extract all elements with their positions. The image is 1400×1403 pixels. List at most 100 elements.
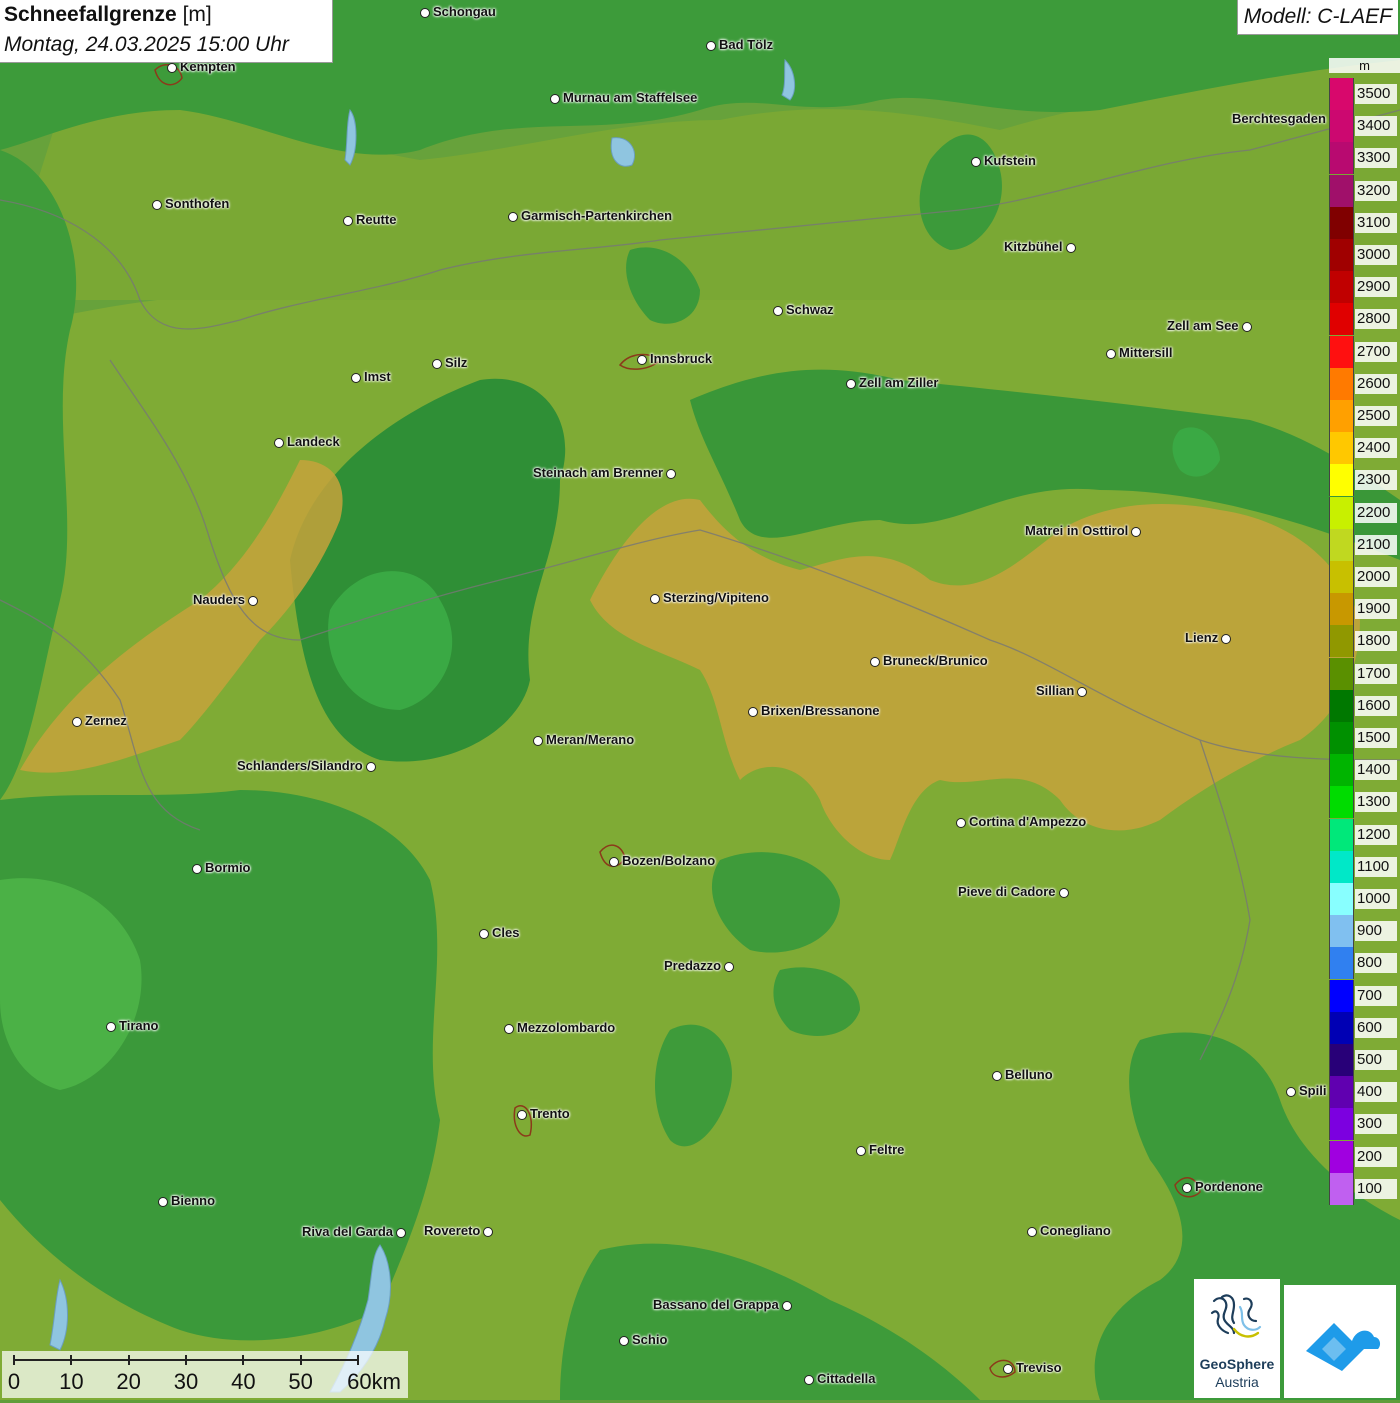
city-marker-icon [343,216,353,226]
city-label[interactable]: Matrei in Osttirol [1025,523,1128,538]
city-label[interactable]: Reutte [356,212,396,227]
city-label[interactable]: Bad Tölz [719,37,773,52]
city-label[interactable]: Garmisch-Partenkirchen [521,208,672,223]
city-label[interactable]: Bormio [205,860,251,875]
city-marker-icon [517,1110,527,1120]
city-label[interactable]: Innsbruck [650,351,712,366]
legend-swatch [1329,883,1354,915]
legend-swatch [1329,722,1354,754]
legend-swatch [1329,271,1354,304]
legend-label: 3000 [1355,245,1397,265]
city-label[interactable]: Murnau am Staffelsee [563,90,697,105]
city-label[interactable]: Conegliano [1040,1223,1111,1238]
city-label[interactable]: Rovereto [424,1223,480,1238]
city-label[interactable]: Sonthofen [165,196,229,211]
city-label[interactable]: Bruneck/Brunico [883,653,988,668]
city-label[interactable]: Feltre [869,1142,904,1157]
city-label[interactable]: Pieve di Cadore [958,884,1056,899]
city-label[interactable]: Sterzing/Vipiteno [663,590,769,605]
scale-bar-label: 40 [231,1369,256,1394]
weather-app-logo[interactable] [1284,1285,1396,1398]
legend-label: 300 [1355,1114,1397,1135]
legend-swatch [1329,174,1354,207]
city-label[interactable]: Meran/Merano [546,732,634,747]
map-title-box: Schneefallgrenze [m] Montag, 24.03.2025 … [0,0,333,63]
city-label[interactable]: Silz [445,355,467,370]
city-label[interactable]: Bienno [171,1193,215,1208]
legend-swatch [1329,754,1354,787]
legend-swatch [1329,593,1354,626]
city-label[interactable]: Lienz [1185,630,1218,645]
city-label[interactable]: Tirano [119,1018,159,1033]
city-label[interactable]: Kitzbühel [1004,239,1063,254]
legend-swatch [1329,657,1354,690]
city-label[interactable]: Schwaz [786,302,834,317]
city-marker-icon [637,355,647,365]
legend-swatch [1329,1076,1354,1109]
legend-label: 2900 [1355,277,1397,298]
scale-bar: 0 10 20 30 40 50 60km [2,1351,408,1398]
city-marker-icon [1066,243,1076,253]
city-label[interactable]: Riva del Garda [302,1224,393,1239]
scale-bar-label: 0 [7,1369,21,1394]
legend-swatch [1329,142,1354,175]
city-label[interactable]: Bozen/Bolzano [622,853,715,868]
legend-swatch [1329,110,1354,143]
legend-label: 1200 [1355,824,1397,845]
city-marker-icon [483,1227,493,1237]
legend-label: 3400 [1355,116,1397,137]
city-label[interactable]: Brixen/Bressanone [761,703,880,718]
city-label[interactable]: Kufstein [984,153,1036,168]
city-marker-icon [432,359,442,369]
legend-swatch [1329,239,1354,271]
city-label[interactable]: Spili [1299,1083,1326,1098]
city-label[interactable]: Belluno [1005,1067,1053,1082]
city-label[interactable]: Berchtesgaden [1232,111,1326,126]
city-marker-icon [1242,322,1252,332]
city-label[interactable]: Bassano del Grappa [653,1297,779,1312]
city-label[interactable]: Imst [364,369,391,384]
geosphere-logo[interactable]: GeoSphere Austria [1194,1279,1280,1398]
legend-label: 1800 [1355,631,1397,652]
city-label[interactable]: Mezzolombardo [517,1020,615,1035]
legend-label: 1600 [1355,695,1397,716]
city-label[interactable]: Schio [632,1332,667,1347]
city-label[interactable]: Schongau [433,4,496,19]
city-marker-icon [351,373,361,383]
legend-label: 2100 [1355,534,1397,555]
legend-label: 900 [1355,921,1397,942]
city-label[interactable]: Sillian [1036,683,1074,698]
city-label[interactable]: Trento [530,1106,570,1121]
legend-label: 2500 [1355,406,1397,426]
city-label[interactable]: Zernez [85,713,127,728]
city-marker-icon [248,596,258,606]
city-marker-icon [1286,1087,1296,1097]
legend-swatch [1329,1011,1354,1044]
city-label[interactable]: Treviso [1016,1360,1062,1375]
city-marker-icon [666,469,676,479]
legend-swatch [1329,496,1354,529]
city-label[interactable]: Predazzo [664,958,721,973]
city-marker-icon [992,1071,1002,1081]
city-label[interactable]: Cortina d'Ampezzo [969,814,1086,829]
city-label[interactable]: Mittersill [1119,345,1172,360]
legend-label: 1700 [1355,663,1397,684]
city-label[interactable]: Cles [492,925,519,940]
legend-swatch [1329,1140,1354,1173]
city-marker-icon [1131,527,1141,537]
city-label[interactable]: Cittadella [817,1371,876,1386]
city-label[interactable]: Pordenone [1195,1179,1263,1194]
geosphere-emblem-icon [1210,1294,1262,1338]
legend-label: 1400 [1355,760,1397,781]
legend-label: 3200 [1355,180,1397,201]
scale-bar-tick [185,1355,187,1365]
city-label[interactable]: Landeck [287,434,340,449]
legend-label: 1300 [1355,792,1397,813]
city-label[interactable]: Steinach am Brenner [533,465,663,480]
city-label[interactable]: Zell am See [1167,318,1239,333]
city-label[interactable]: Nauders [193,592,245,607]
city-marker-icon [1221,634,1231,644]
city-label[interactable]: Zell am Ziller [859,375,938,390]
legend-label: 100 [1355,1178,1397,1199]
city-label[interactable]: Schlanders/Silandro [237,758,363,773]
